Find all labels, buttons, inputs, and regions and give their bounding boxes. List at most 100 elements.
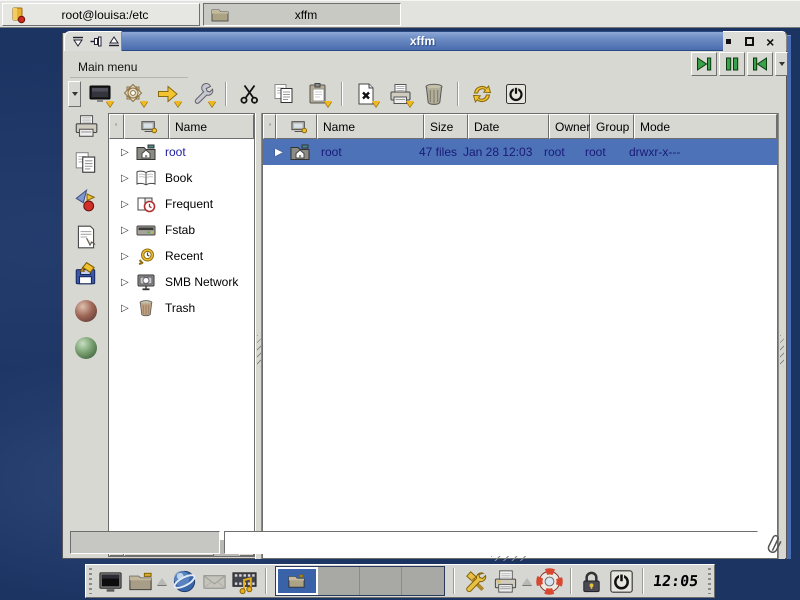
panel-tools-button[interactable] [460,566,490,596]
column-header-mode[interactable]: Mode [634,114,777,139]
attach-button[interactable] [762,531,786,555]
print-button[interactable] [385,81,415,108]
home-folder-icon [289,143,311,161]
panel-lock-button[interactable] [577,566,607,596]
expander-icon[interactable]: ▷ [121,303,135,314]
panel-help-button[interactable] [534,566,564,596]
maximize-icon[interactable] [744,36,756,48]
location-entry[interactable] [224,531,758,554]
pager-desktop-1[interactable] [276,567,318,595]
top-taskbar: root@louisa:/etc xffm [0,0,800,28]
reload-button[interactable] [467,81,497,108]
shade-icon[interactable] [71,36,85,48]
panel-mail-button[interactable] [200,566,230,596]
new-window-button[interactable] [85,81,115,108]
goto-button[interactable] [153,81,183,108]
expander-icon[interactable]: ▷ [121,251,135,262]
cut-button[interactable] [235,81,265,108]
expander-icon[interactable]: ▷ [121,225,135,236]
trash-icon [422,82,446,106]
main-menu[interactable]: Main menu [78,60,137,74]
panel-print-button[interactable] [490,566,520,596]
popup-arrow-icon[interactable] [157,578,167,585]
tree-item-recent[interactable]: ▷ Recent [109,243,254,269]
power-button[interactable] [501,81,531,108]
folder-icon [210,5,230,25]
expander-icon[interactable]: ▷ [121,277,135,288]
list-rows: ▶ root 47 files Jan 28 12:03 root root d… [263,139,777,558]
tree-item-frequent[interactable]: ▷ Frequent [109,191,254,217]
pause-button[interactable] [719,52,745,76]
panel-power-button[interactable] [607,566,637,596]
taskbar-button-terminal[interactable]: root@louisa:/etc [2,3,200,26]
list-row-root[interactable]: ▶ root 47 files Jan 28 12:03 root root d… [263,139,777,165]
panel-file-manager-button[interactable] [125,566,155,596]
panel-resize-grip-icon[interactable] [491,556,527,561]
save-icon [73,261,99,287]
cell-owner: root [544,145,585,159]
pager-desktop-3[interactable] [360,567,402,595]
expander-icon[interactable]: ▶ [275,147,289,158]
navbar-collapse-button[interactable] [775,52,788,76]
tools-button[interactable] [187,81,217,108]
settings-button[interactable] [119,81,149,108]
list-header-icon-cell[interactable] [276,114,317,139]
trash-button[interactable] [419,81,449,108]
panel-divider[interactable] [255,113,262,559]
column-header-size[interactable]: Size [424,114,468,139]
hide-icon[interactable] [723,36,735,48]
unshade-icon[interactable] [107,36,121,48]
cut-icon [238,82,262,106]
tree-item-book[interactable]: ▷ Book [109,165,254,191]
expander-icon[interactable]: ▷ [121,147,135,158]
panel-handle[interactable] [708,568,711,594]
open-document-icon [73,224,99,250]
power-icon [504,82,528,106]
stick-pin-icon[interactable] [89,36,103,48]
panel-browser-button[interactable] [169,566,199,596]
pager-desktop-4[interactable] [402,567,444,595]
book-icon [135,169,157,187]
side-differences-button[interactable] [71,185,101,215]
tree-item-fstab[interactable]: ▷ Fstab [109,217,254,243]
close-icon[interactable]: × [764,36,776,48]
pager-desktop-2[interactable] [318,567,360,595]
execute-button[interactable] [351,81,381,108]
column-header-name[interactable]: Name [317,114,424,139]
panel-clock[interactable]: 12:05 [652,572,699,590]
tree-item-root[interactable]: ▷ root [109,139,254,165]
taskbar-button-xffm[interactable]: xffm [203,3,401,26]
side-save-button[interactable] [71,259,101,289]
divider-grip-icon [257,335,261,367]
go-back-button[interactable] [747,52,773,76]
paste-button[interactable] [303,81,333,108]
tree-header-sort-cell[interactable]: ’ [109,114,124,139]
popup-arrow-icon[interactable] [522,578,532,585]
tree-header-name[interactable]: Name [169,114,254,139]
go-forward-button[interactable] [691,52,717,76]
copy-button[interactable] [269,81,299,108]
column-header-group[interactable]: Group [590,114,634,139]
frequent-books-clock-icon [135,195,157,213]
expander-icon[interactable]: ▷ [121,199,135,210]
panel-terminal-button[interactable] [95,566,125,596]
expander-icon[interactable]: ▷ [121,173,135,184]
home-folder-icon [135,143,157,161]
list-header-sort-cell[interactable]: ’ [263,114,276,139]
column-header-date[interactable]: Date [468,114,549,139]
titlebar-drag-area[interactable]: xffm [122,31,723,51]
side-print-button[interactable] [71,111,101,141]
side-sphere-red-button[interactable] [71,296,101,326]
side-copy-button[interactable] [71,148,101,178]
side-open-document-button[interactable] [71,222,101,252]
tree-item-trash[interactable]: ▷ Trash [109,295,254,321]
toolbar-separator [225,82,227,106]
side-sphere-green-button[interactable] [71,333,101,363]
panel-handle[interactable] [89,568,92,594]
tree-item-smb-network[interactable]: ▷ SMB Network [109,269,254,295]
panel-multimedia-button[interactable] [230,566,260,596]
toolbar-collapse-handle[interactable] [68,81,81,107]
column-header-owner[interactable]: Owner [549,114,590,139]
right-pane-handle[interactable] [778,113,785,559]
tree-header-icon-cell[interactable] [124,114,169,139]
